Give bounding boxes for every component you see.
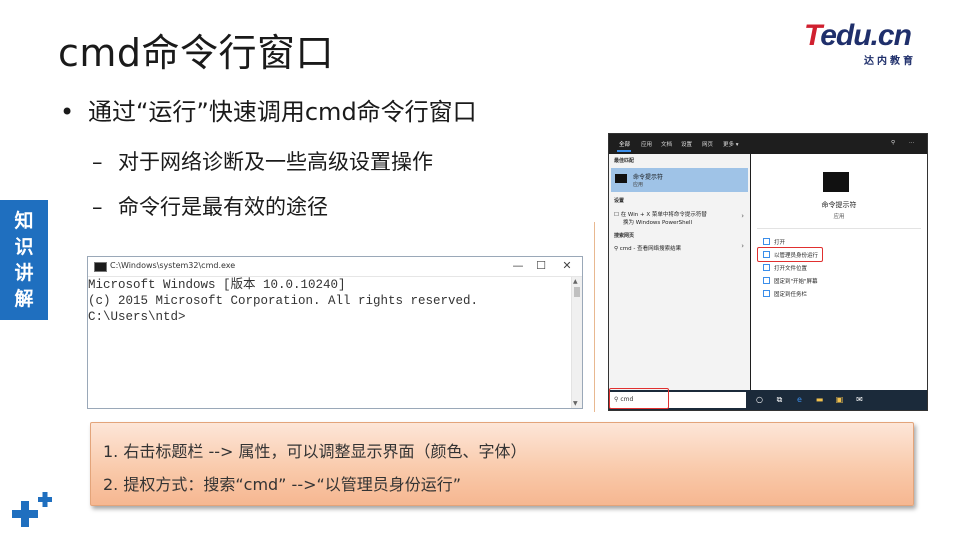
taskbar-search-box[interactable]: ⚲ cmd [609, 388, 746, 409]
cmd-window[interactable]: C:\Windows\system32\cmd.exe — ☐ ✕ Micros… [87, 256, 583, 409]
chevron-right-icon[interactable]: › [741, 242, 744, 250]
action-label: 打开 [774, 240, 786, 246]
plus-logo-icon [12, 492, 52, 527]
taskbar: ⚲ cmd ○ ⧉ e ▬ ▣ ✉ [609, 388, 927, 410]
preview-pane: 命令提示符 应用 打开 以管理员身份运行 打开文件位置 固定到"开始"屏幕 固定… [751, 154, 927, 390]
tab-apps[interactable]: 应用 [641, 140, 652, 148]
slide-title: cmd命令行窗口 [58, 31, 335, 75]
close-button[interactable]: ✕ [558, 259, 576, 272]
sub-bullet-text: 对于网络诊断及一些高级设置操作 [118, 150, 433, 174]
tab-char: 讲 [14, 262, 34, 284]
web-result-item[interactable]: ⚲ cmd - 查看网络搜索结果 [614, 244, 681, 252]
sub-bullet-effective: – 命令行是最有效的途径 [92, 191, 328, 221]
preview-app-name: 命令提示符 [821, 201, 857, 209]
tab-web[interactable]: 网页 [702, 140, 713, 148]
cmd-app-icon [94, 262, 107, 272]
tab-more[interactable]: 更多 ▾ [723, 140, 739, 148]
settings-result-item[interactable]: ☐ 在 Win + X 菜单中将命令提示符替 [614, 210, 707, 218]
pin-icon [763, 277, 770, 284]
maximize-button[interactable]: ☐ [532, 259, 550, 272]
cmd-large-icon [823, 172, 849, 192]
scroll-thumb[interactable] [574, 287, 580, 297]
best-match-item[interactable]: 命令提示符 应用 [611, 168, 748, 192]
action-label: 固定到任务栏 [774, 292, 808, 298]
cortana-icon[interactable]: ○ [755, 395, 764, 404]
console-prompt: C:\Users\ntd> [88, 310, 186, 324]
folder-icon [763, 264, 770, 271]
cmd-window-title: C:\Windows\system32\cmd.exe [110, 261, 236, 270]
note-line-1: 1. 右击标题栏 --> 属性，可以调整显示界面（颜色、字体） [103, 442, 527, 461]
search-tabs: 全部 应用 文档 设置 网页 更多 ▾ ⚲ ⋯ [609, 134, 927, 152]
cmd-title-bar[interactable]: C:\Windows\system32\cmd.exe — ☐ ✕ [88, 257, 582, 277]
gear-icon: ☐ [614, 212, 621, 218]
tab-char: 知 [14, 210, 34, 232]
section-tab-knowledge: 知 识 讲 解 [0, 200, 48, 320]
web-result-text: cmd - 查看网络搜索结果 [619, 246, 682, 252]
store-icon[interactable]: ▣ [835, 395, 844, 404]
bullet-marker: • [60, 98, 75, 126]
section-search-web: 搜索网页 [614, 233, 635, 239]
bullet-run-cmd: • 通过“运行”快速调用cmd命令行窗口 [60, 92, 477, 127]
section-best-match: 最佳匹配 [614, 158, 635, 164]
logo-subtitle: 达内教育 [864, 56, 916, 67]
preview-separator [757, 228, 921, 229]
active-tab-underline [617, 150, 631, 152]
action-label: 固定到"开始"屏幕 [774, 279, 818, 285]
tab-char: 解 [14, 288, 34, 310]
action-label: 打开文件位置 [774, 266, 808, 272]
best-match-name: 命令提示符 [633, 174, 664, 181]
best-match-type: 应用 [633, 182, 644, 188]
action-open[interactable]: 打开 [763, 238, 785, 246]
mail-icon[interactable]: ✉ [855, 395, 864, 404]
minimize-button[interactable]: — [509, 259, 527, 272]
sub-bullet-network: – 对于网络诊断及一些高级设置操作 [92, 146, 433, 176]
start-menu-screenshot: 全部 应用 文档 设置 网页 更多 ▾ ⚲ ⋯ 最佳匹配 命令提示符 应用 设置… [608, 133, 928, 411]
dash-marker: – [92, 195, 103, 219]
action-open-location[interactable]: 打开文件位置 [763, 264, 807, 272]
divider-line [594, 222, 595, 412]
action-pin-taskbar[interactable]: 固定到任务栏 [763, 290, 807, 298]
chevron-right-icon[interactable]: › [741, 212, 744, 220]
open-icon [763, 238, 770, 245]
preview-app-type: 应用 [833, 214, 845, 220]
edge-icon[interactable]: e [795, 395, 804, 404]
scroll-up-icon[interactable]: ▲ [573, 278, 578, 285]
console-line: (c) 2015 Microsoft Corporation. All righ… [88, 294, 479, 308]
file-explorer-icon[interactable]: ▬ [815, 395, 824, 404]
action-pin-start[interactable]: 固定到"开始"屏幕 [763, 277, 818, 285]
dash-marker: – [92, 150, 103, 174]
tab-char: 识 [14, 236, 34, 258]
search-highlight-box [609, 388, 669, 409]
results-pane: 最佳匹配 命令提示符 应用 设置 ☐ 在 Win + X 菜单中将命令提示符替 … [609, 154, 750, 390]
bullet-text: 通过“运行”快速调用cmd命令行窗口 [88, 98, 477, 126]
admin-highlight-box [757, 247, 823, 262]
settings-line2: 换为 Windows PowerShell [623, 220, 693, 226]
cmd-scrollbar[interactable]: ▲ ▼ [571, 277, 582, 408]
tab-docs[interactable]: 文档 [661, 140, 672, 148]
feedback-icon[interactable]: ⚲ [891, 140, 895, 146]
section-settings: 设置 [614, 198, 625, 204]
scroll-down-icon[interactable]: ▼ [573, 400, 578, 407]
tab-settings[interactable]: 设置 [681, 140, 692, 148]
pin-icon [763, 290, 770, 297]
logo-t: T [804, 19, 821, 52]
tab-all[interactable]: 全部 [619, 140, 630, 148]
tedu-logo: Tedu.cn 达内教育 [804, 20, 934, 68]
sub-bullet-text: 命令行是最有效的途径 [118, 195, 328, 219]
logo-brand: edu.cn [820, 19, 912, 52]
console-line: Microsoft Windows [版本 10.0.10240] [88, 278, 346, 292]
more-options-icon[interactable]: ⋯ [909, 140, 915, 146]
note-line-2: 2. 提权方式：搜索“cmd” -->“以管理员身份运行” [103, 475, 462, 494]
cmd-icon [615, 174, 627, 183]
cmd-console[interactable]: Microsoft Windows [版本 10.0.10240] (c) 20… [88, 277, 572, 408]
notes-box: 1. 右击标题栏 --> 属性，可以调整显示界面（颜色、字体） 2. 提权方式：… [90, 422, 914, 506]
task-view-icon[interactable]: ⧉ [775, 395, 784, 404]
